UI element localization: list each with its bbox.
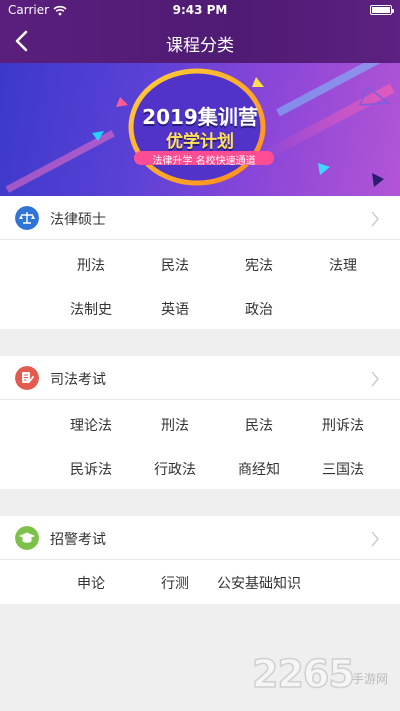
subject-item[interactable]: 理论法 [49,415,133,435]
subject-item[interactable]: 英语 [133,299,217,319]
subject-item[interactable]: 刑法 [49,255,133,275]
section-header-law-master[interactable]: 法律硕士 [0,196,400,240]
banner-tagline: 法律升学 名校快速通道 [152,156,256,167]
subject-item[interactable]: 刑法 [133,415,217,435]
section-judicial-exam: 司法考试 理论法 刑法 民法 刑诉法 民诉法 行政法 商经知 三国法 [0,356,400,489]
subject-item[interactable]: 刑诉法 [301,415,385,435]
watermark-number: 2265 [251,651,355,697]
subject-item[interactable]: 申论 [49,573,133,593]
app-header: Carrier 9:43 PM 课程分类 [0,0,400,63]
subject-item[interactable]: 商经知 [217,459,301,479]
document-pen-icon [15,366,39,390]
watermark-suffix: 手游网 [352,672,389,686]
subject-item[interactable]: 民法 [217,415,301,435]
banner-subheadline: 优学计划 [166,132,234,152]
section-law-master: 法律硕士 刑法 民法 宪法 法理 法制史 英语 政治 [0,196,400,329]
navigation-bar: 课程分类 [0,20,400,63]
subject-item[interactable]: 民诉法 [49,459,133,479]
subject-item[interactable]: 民法 [133,255,217,275]
section-header-judicial-exam[interactable]: 司法考试 [0,356,400,400]
subject-item[interactable]: 法理 [301,255,385,275]
chevron-right-icon [371,371,379,387]
subject-item[interactable]: 公安基础知识 [205,573,313,593]
subject-item[interactable]: 行政法 [133,459,217,479]
chevron-right-icon [371,531,379,547]
subject-item[interactable]: 法制史 [49,299,133,319]
section-title: 司法考试 [50,372,106,388]
status-time: 9:43 PM [172,3,228,17]
subject-item[interactable]: 三国法 [301,459,385,479]
chevron-right-icon [371,211,379,227]
subject-item[interactable]: 宪法 [217,255,301,275]
watermark-logo: 2265 手游网 [251,650,398,702]
scales-icon [15,206,39,230]
status-bar: Carrier 9:43 PM [0,0,400,20]
section-header-police-exam[interactable]: 招警考试 [0,516,400,560]
battery-icon [370,5,394,15]
section-police-exam: 招警考试 申论 行测 公安基础知识 [0,516,400,604]
banner-headline: 2019集训营 [142,105,258,129]
graduation-cap-icon [15,526,39,550]
section-title: 招警考试 [50,532,106,548]
page-title: 课程分类 [166,36,234,56]
promo-banner[interactable]: 2019集训营 优学计划 法律升学 名校快速通道 [0,63,400,196]
subject-item[interactable]: 政治 [217,299,301,319]
section-title: 法律硕士 [50,212,106,228]
